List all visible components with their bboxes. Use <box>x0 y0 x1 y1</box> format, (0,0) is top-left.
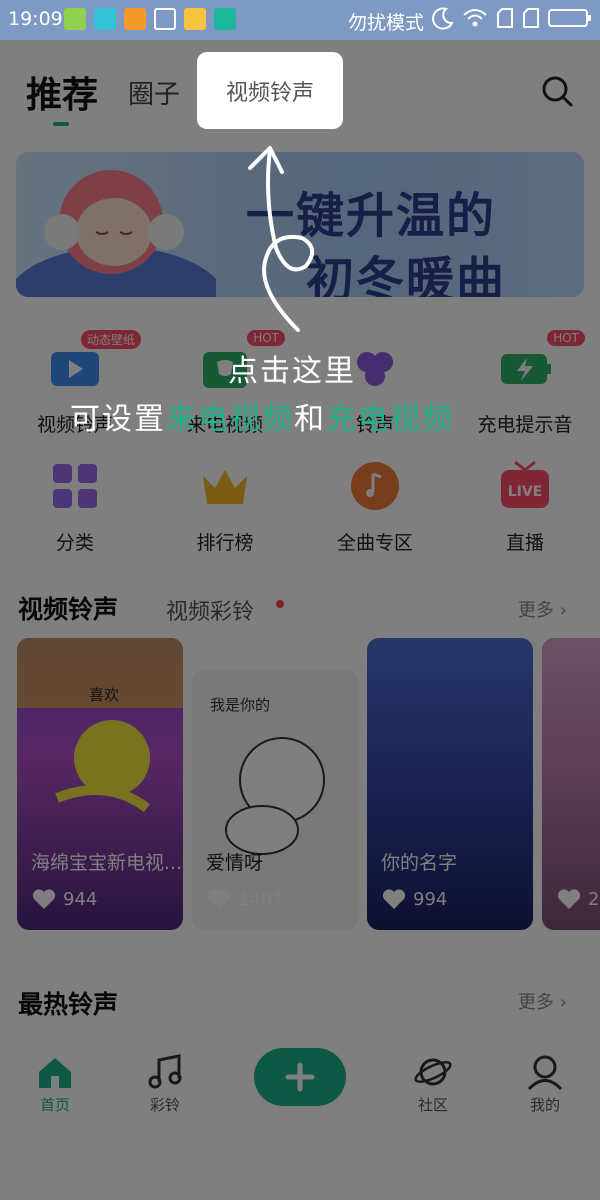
more-link[interactable]: 更多 › <box>518 596 567 622</box>
badge-live-wallpaper: 动态壁纸 <box>80 330 141 349</box>
battery-icon <box>548 9 591 27</box>
tab-video-ringtone[interactable]: 视频铃声 <box>197 52 343 129</box>
nav-home[interactable]: 首页 <box>15 1054 95 1115</box>
like-count: 944 <box>63 888 98 910</box>
feature-charging-sound[interactable]: HOT 充电提示音 <box>460 330 590 437</box>
section-title-video: 视频铃声 <box>18 595 119 624</box>
status-bar: 19:09 勿扰模式 <box>0 0 600 40</box>
hint-text: 可设置 <box>70 402 166 437</box>
heart-icon <box>557 889 581 909</box>
nav-label: 社区 <box>417 1096 448 1114</box>
heart-icon <box>32 889 56 909</box>
search-icon[interactable] <box>540 74 574 108</box>
sim-icon <box>497 8 513 28</box>
like-count: 2 <box>588 888 600 910</box>
like-count: 1401 <box>238 888 284 910</box>
section-title-hot: 最热铃声 <box>18 990 119 1019</box>
wifi-icon <box>463 9 487 27</box>
video-card[interactable]: 喜欢 海绵宝宝新电视... 944 <box>17 638 183 930</box>
tab-active-indicator <box>53 122 69 126</box>
svg-text:LIVE: LIVE <box>508 484 543 500</box>
nav-label: 彩铃 <box>149 1096 180 1114</box>
tab-recommend[interactable]: 推荐 <box>26 66 98 118</box>
section-tab-video-crbt[interactable]: 视频彩铃 <box>166 594 254 626</box>
hint-text: 和 <box>294 402 326 437</box>
user-icon <box>527 1055 563 1090</box>
status-time: 19:09 <box>8 8 63 30</box>
music-disc-icon <box>347 458 403 514</box>
category-label: 全曲专区 <box>336 532 413 554</box>
app-notification-icon <box>94 8 116 30</box>
heart-icon <box>382 889 406 909</box>
grid-icon <box>47 458 103 514</box>
feature-label: 充电提示音 <box>477 414 573 436</box>
video-icon: 动态壁纸 <box>47 330 141 396</box>
folder-icon <box>184 8 206 30</box>
nav-crbt[interactable]: 彩铃 <box>125 1054 205 1115</box>
hint-highlight: 来电视频 <box>166 402 294 437</box>
category-label: 分类 <box>55 532 94 554</box>
live-tv-icon: LIVE <box>497 458 553 514</box>
bottom-nav: 首页 彩铃 社区 我的 <box>0 1040 600 1130</box>
banner-subheadline: 初冬暖曲 <box>306 252 507 297</box>
tab-circle[interactable]: 圈子 <box>128 74 180 111</box>
card-likes: 944 <box>31 888 97 910</box>
video-card[interactable]: 你的名字 994 <box>367 638 533 930</box>
new-dot <box>276 600 284 608</box>
charge-icon: HOT <box>497 330 585 396</box>
create-button[interactable] <box>254 1048 346 1106</box>
nav-community[interactable]: 社区 <box>393 1054 473 1115</box>
card-overlay-text: 喜欢 <box>89 686 120 704</box>
home-icon <box>39 1058 71 1088</box>
nav-label: 我的 <box>529 1096 560 1114</box>
moon-icon <box>432 7 454 30</box>
guide-hint-body: 可设置来电视频和充电视频 <box>70 394 454 438</box>
dnd-label: 勿扰模式 <box>348 12 425 34</box>
heart-icon <box>207 889 231 909</box>
banner-girl-illustration <box>16 170 216 297</box>
guide-arrow-icon <box>248 146 314 332</box>
card-likes: 2 <box>556 888 599 910</box>
clean-icon <box>154 8 176 30</box>
more-link[interactable]: 更多 › <box>518 988 567 1014</box>
video-card[interactable]: 2 <box>542 638 600 930</box>
card-likes: 994 <box>381 888 447 910</box>
nav-mine[interactable]: 我的 <box>505 1054 585 1115</box>
hot-badge: HOT <box>547 330 585 346</box>
plus-icon <box>285 1062 315 1092</box>
like-count: 994 <box>413 888 448 910</box>
card-illustration <box>17 638 183 813</box>
video-card[interactable]: 我是你的 爱情呀 1401 <box>192 670 358 930</box>
category-label: 直播 <box>505 532 544 554</box>
sim-icon <box>523 8 539 28</box>
category-label: 排行榜 <box>196 532 254 554</box>
category-classify[interactable]: 分类 <box>10 458 140 555</box>
category-live[interactable]: LIVE 直播 <box>460 458 590 555</box>
crown-icon <box>197 458 253 514</box>
warning-icon <box>124 8 146 30</box>
app-notification-icon <box>64 8 86 30</box>
nav-label: 首页 <box>39 1096 70 1114</box>
usb-icon <box>214 8 236 30</box>
category-ranking[interactable]: 排行榜 <box>160 458 290 555</box>
hint-highlight: 充电视频 <box>326 402 454 437</box>
card-title: 你的名字 <box>381 852 458 874</box>
card-title: 海绵宝宝新电视... <box>31 852 183 874</box>
category-full-songs[interactable]: 全曲专区 <box>310 458 440 555</box>
card-title: 爱情呀 <box>206 852 264 874</box>
music-note-icon <box>148 1054 182 1089</box>
guide-hint-title: 点击这里 <box>228 354 356 389</box>
planet-icon <box>414 1058 452 1086</box>
card-likes: 1401 <box>206 888 284 910</box>
